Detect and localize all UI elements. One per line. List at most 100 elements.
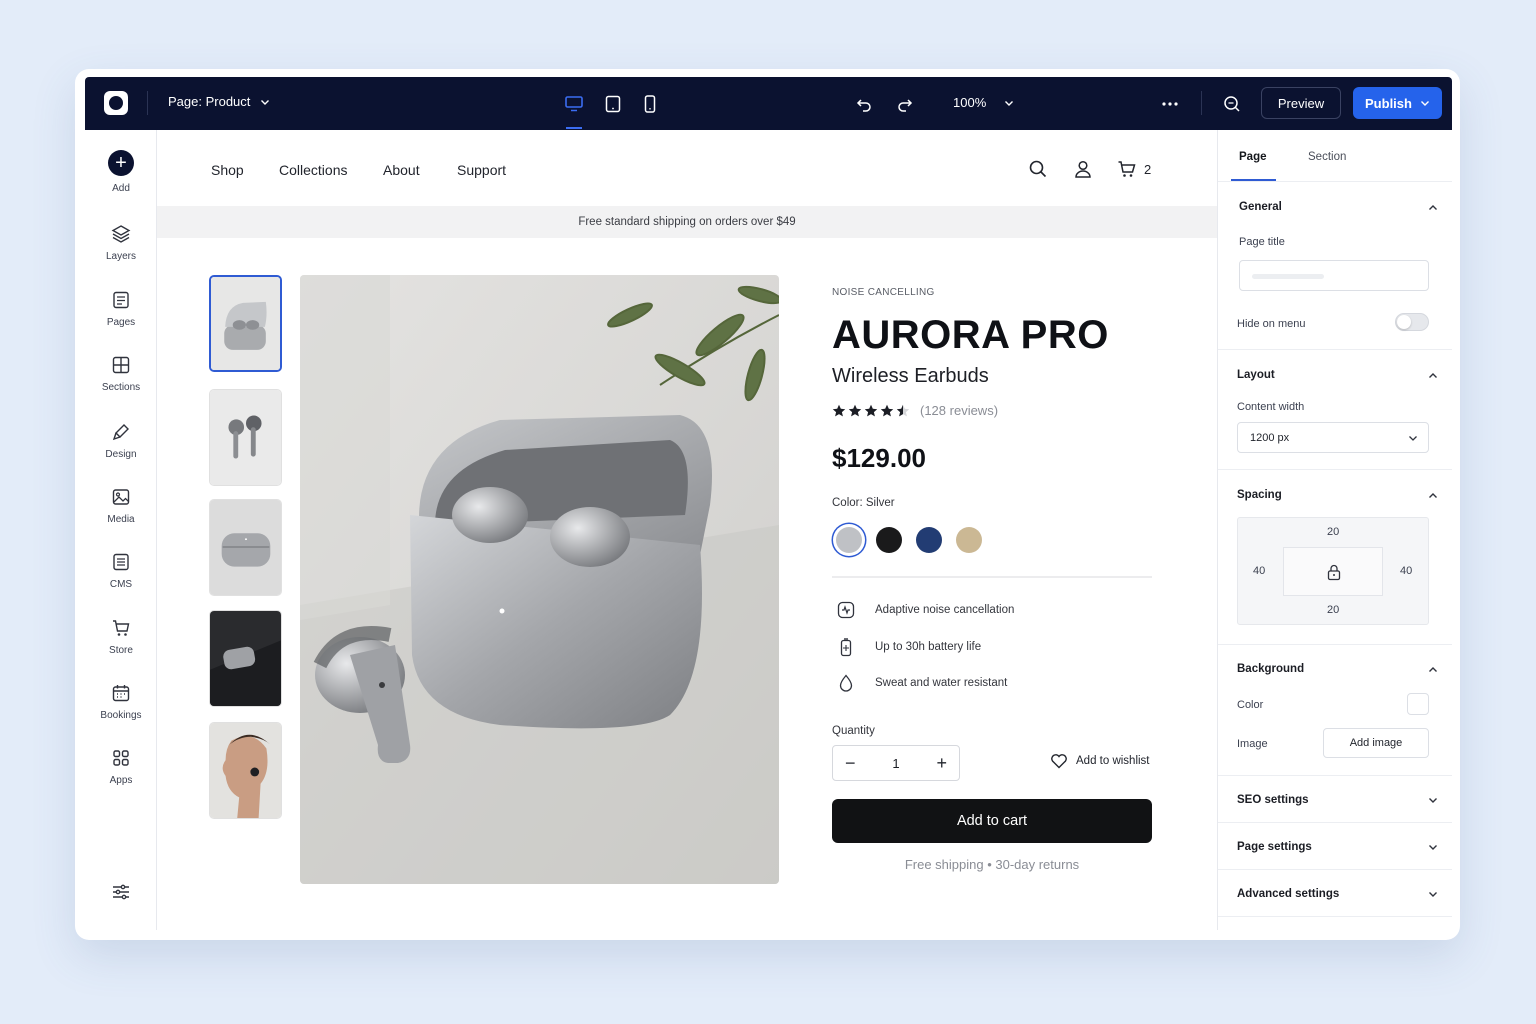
chevron-up-icon[interactable]	[1427, 664, 1439, 676]
section-general: General Page title Hide on menu	[1218, 182, 1452, 350]
editor-topbar: Page: Product 100% Preview Publish	[85, 77, 1452, 130]
page-title-input[interactable]	[1239, 260, 1429, 291]
rail-item-design[interactable]: Design	[85, 422, 157, 460]
search-icon[interactable]	[1028, 159, 1048, 179]
product-eyebrow: NOISE CANCELLING	[832, 287, 935, 298]
rail-item-bookings[interactable]: Bookings	[85, 683, 157, 721]
nav-support[interactable]: Support	[457, 162, 506, 178]
more-options-icon[interactable]	[1158, 92, 1182, 116]
color-swatch-sand[interactable]	[956, 527, 982, 553]
product-title: AURORA PRO	[832, 313, 1109, 357]
spacing-right[interactable]: 40	[1400, 565, 1412, 577]
nav-about[interactable]: About	[383, 162, 420, 178]
tab-page[interactable]: Page	[1239, 151, 1267, 163]
spacing-bottom[interactable]: 20	[1327, 604, 1339, 616]
spacing-top[interactable]: 20	[1327, 526, 1339, 538]
divider	[147, 91, 148, 115]
add-image-button[interactable]: Add image	[1323, 728, 1429, 758]
wishlist-button[interactable]: Add to wishlist	[1050, 753, 1150, 769]
section-seo-settings[interactable]: SEO settings	[1218, 776, 1452, 823]
rail-item-label: Add	[112, 183, 130, 194]
tablet-view-icon[interactable]	[601, 92, 625, 116]
star	[832, 404, 846, 416]
wishlist-label: Add to wishlist	[1076, 755, 1150, 767]
rail-item-add[interactable]: + Add	[85, 150, 157, 194]
section-title: Layout	[1237, 369, 1275, 381]
star	[848, 404, 862, 416]
publish-button[interactable]: Publish	[1353, 87, 1442, 119]
hide-on-menu-toggle[interactable]	[1395, 313, 1429, 331]
feature-item: Up to 30h battery life	[832, 635, 1152, 659]
section-page-settings[interactable]: Page settings	[1218, 823, 1452, 870]
rail-item-apps[interactable]: Apps	[85, 748, 157, 786]
section-advanced-settings[interactable]: Advanced settings	[1218, 870, 1452, 917]
chevron-down-icon	[1409, 436, 1417, 441]
content-width-select[interactable]: 1200 px	[1237, 422, 1429, 453]
section-layout: Layout Content width 1200 px	[1218, 350, 1452, 470]
chevron-up-icon[interactable]	[1427, 370, 1439, 382]
spacing-inner-box	[1283, 547, 1383, 596]
thumbnail-case-closed[interactable]	[209, 499, 282, 596]
bg-color-swatch[interactable]	[1407, 693, 1429, 715]
thumbnail-model-wearing[interactable]	[209, 722, 282, 819]
rail-settings[interactable]	[85, 882, 157, 902]
image-icon	[112, 489, 130, 505]
content-width-label: Content width	[1237, 401, 1305, 413]
cart-icon[interactable]	[1117, 159, 1137, 179]
spacing-left[interactable]: 40	[1253, 565, 1265, 577]
rail-item-pages[interactable]: Pages	[85, 290, 157, 328]
promo-banner: Free standard shipping on orders over $4…	[157, 206, 1217, 238]
product-main-image[interactable]	[300, 275, 779, 884]
site-editor: Page: Product 100% Preview Publish + Add…	[85, 77, 1452, 930]
divider	[832, 576, 1152, 578]
minus-button[interactable]: −	[845, 753, 856, 774]
star	[896, 404, 910, 416]
account-icon[interactable]	[1073, 159, 1093, 179]
calendar-icon	[112, 685, 130, 702]
comments-search-icon[interactable]	[1220, 92, 1244, 116]
undo-icon[interactable]	[852, 92, 876, 116]
chevron-down-icon[interactable]	[1427, 794, 1439, 806]
rail-item-media[interactable]: Media	[85, 487, 157, 525]
shipping-note: Free shipping • 30-day returns	[904, 857, 1080, 872]
rail-item-sections[interactable]: Sections	[85, 355, 157, 393]
rail-item-store[interactable]: Store	[85, 618, 157, 656]
product-rating[interactable]: (128 reviews)	[832, 403, 998, 418]
thumbnail-case-open[interactable]	[209, 275, 282, 372]
desktop-view-icon[interactable]	[562, 92, 586, 116]
color-label: Color: Silver	[832, 497, 895, 509]
spacing-editor: 20 40 40 20	[1237, 517, 1429, 625]
zoom-selector[interactable]: 100%	[953, 95, 1014, 110]
nav-collections[interactable]: Collections	[279, 162, 347, 178]
section-title: Spacing	[1237, 489, 1282, 501]
quantity-value[interactable]: 1	[892, 756, 899, 771]
lock-icon[interactable]	[1326, 563, 1342, 581]
chevron-down-icon[interactable]	[1427, 841, 1439, 853]
nav-shop[interactable]: Shop	[211, 162, 244, 178]
properties-panel: Page Section General Page title Hide on …	[1217, 130, 1452, 930]
section-title: SEO settings	[1237, 794, 1309, 806]
chevron-up-icon[interactable]	[1427, 490, 1439, 502]
chevron-down-icon[interactable]	[1427, 888, 1439, 900]
page-selector-label: Page: Product	[168, 94, 251, 109]
app-logo[interactable]	[104, 91, 128, 115]
preview-button[interactable]: Preview	[1261, 87, 1341, 119]
add-to-cart-button[interactable]: Add to cart	[832, 799, 1152, 843]
page-selector[interactable]: Page: Product	[168, 94, 270, 109]
rail-item-cms[interactable]: CMS	[85, 552, 157, 590]
plus-button[interactable]: +	[936, 753, 947, 774]
section-background: Background Color Image Add image	[1218, 645, 1452, 776]
tab-section[interactable]: Section	[1308, 151, 1346, 163]
mobile-view-icon[interactable]	[638, 92, 662, 116]
redo-icon[interactable]	[893, 92, 917, 116]
bg-color-label: Color	[1237, 699, 1264, 711]
thumbnail-earbuds[interactable]	[209, 389, 282, 486]
color-swatch-navy[interactable]	[916, 527, 942, 553]
color-swatch-silver[interactable]	[836, 527, 862, 553]
publish-label: Publish	[1365, 95, 1412, 111]
noise-cancel-icon	[832, 598, 860, 622]
rail-item-layers[interactable]: Layers	[85, 224, 157, 262]
chevron-up-icon[interactable]	[1427, 202, 1439, 214]
thumbnail-case-dark[interactable]	[209, 610, 282, 707]
color-swatch-black[interactable]	[876, 527, 902, 553]
